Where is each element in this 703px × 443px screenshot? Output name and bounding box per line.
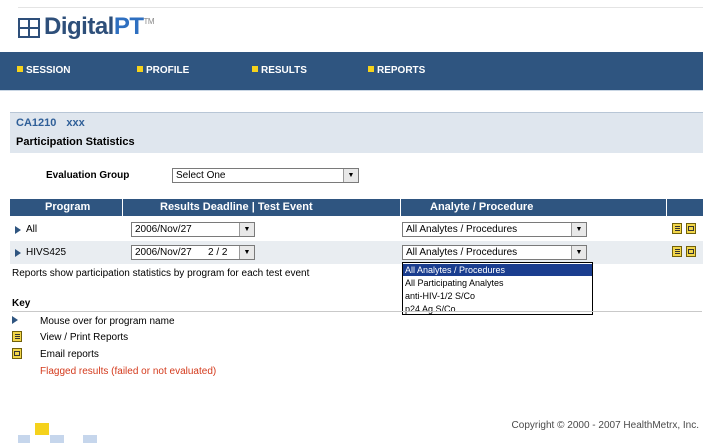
email-icon xyxy=(12,348,22,359)
decorative-square xyxy=(50,435,64,443)
bullet-icon xyxy=(17,66,23,72)
description-note: Reports show participation statistics by… xyxy=(12,268,310,279)
view-report-icon[interactable] xyxy=(672,246,682,257)
key-item-label: Email reports xyxy=(40,349,99,360)
table-row: HIVS425 2006/Nov/27 2 / 2 ▼ All Analytes… xyxy=(10,241,703,264)
key-divider xyxy=(12,311,702,312)
decorative-square xyxy=(18,435,30,443)
nav-session[interactable]: SESSION xyxy=(17,65,70,76)
chevron-down-icon[interactable]: ▼ xyxy=(239,246,254,259)
flag-legend: Flagged results (failed or not evaluated… xyxy=(40,366,217,377)
column-analyte: Analyte / Procedure xyxy=(430,201,534,213)
key-title: Key xyxy=(12,298,31,309)
logo-icon xyxy=(18,18,40,38)
deadline-select[interactable]: 2006/Nov/27 2 / 2 ▼ xyxy=(131,245,255,260)
column-divider xyxy=(666,199,667,216)
nav-profile[interactable]: PROFILE xyxy=(137,65,189,76)
table-row: All 2006/Nov/27 ▼ All Analytes / Procedu… xyxy=(10,218,703,241)
analyte-select[interactable]: All Analytes / Procedures ▼ xyxy=(402,245,587,260)
copyright: Copyright © 2000 - 2007 HealthMetrx, Inc… xyxy=(511,420,699,431)
bullet-icon xyxy=(252,66,258,72)
report-icon xyxy=(12,331,22,342)
key-item-label: View / Print Reports xyxy=(40,332,129,343)
key-item-label: Mouse over for program name xyxy=(40,316,175,327)
triangle-icon xyxy=(12,316,18,324)
analyte-value: All Analytes / Procedures xyxy=(406,247,518,258)
dropdown-option[interactable]: All Participating Analytes xyxy=(403,277,592,289)
column-deadline: Results Deadline | Test Event xyxy=(160,201,313,213)
column-program: Program xyxy=(45,201,91,213)
nav-divider xyxy=(0,90,703,91)
chevron-down-icon[interactable]: ▼ xyxy=(343,169,358,182)
bullet-icon xyxy=(368,66,374,72)
analyte-dropdown-list: All Analytes / Procedures All Participat… xyxy=(402,262,593,315)
table-header: Program Results Deadline | Test Event An… xyxy=(10,199,703,216)
nav-reports[interactable]: REPORTS xyxy=(368,65,425,76)
page-title: Participation Statistics xyxy=(16,136,135,148)
column-divider xyxy=(400,199,401,216)
evaluation-group-select[interactable]: Select One ▼ xyxy=(172,168,359,183)
dropdown-option[interactable]: anti-HIV-1/2 S/Co xyxy=(403,290,592,302)
evaluation-group-label: Evaluation Group xyxy=(46,170,130,181)
nav-results[interactable]: RESULTS xyxy=(252,65,307,76)
email-report-icon[interactable] xyxy=(686,223,696,234)
bullet-icon xyxy=(137,66,143,72)
program-name: All xyxy=(26,224,38,235)
logo: DigitalPTTM xyxy=(44,13,155,40)
program-info-icon[interactable] xyxy=(15,226,21,234)
analyte-select[interactable]: All Analytes / Procedures ▼ xyxy=(402,222,587,237)
chevron-down-icon[interactable]: ▼ xyxy=(571,246,586,259)
deadline-value: 2006/Nov/27 xyxy=(135,247,192,258)
deadline-select[interactable]: 2006/Nov/27 ▼ xyxy=(131,222,255,237)
decorative-square xyxy=(35,423,49,435)
top-divider xyxy=(18,7,703,8)
dropdown-option[interactable]: All Analytes / Procedures xyxy=(403,264,592,276)
column-divider xyxy=(122,199,123,216)
deadline-value: 2006/Nov/27 xyxy=(135,224,192,235)
program-info-icon[interactable] xyxy=(15,249,21,257)
dropdown-option[interactable]: p24 Ag S/Co xyxy=(403,303,592,315)
decorative-square xyxy=(83,435,97,443)
view-report-icon[interactable] xyxy=(672,223,682,234)
program-name: HIVS425 xyxy=(26,247,67,258)
chevron-down-icon[interactable]: ▼ xyxy=(571,223,586,236)
evaluation-group-value: Select One xyxy=(176,170,226,181)
email-report-icon[interactable] xyxy=(686,246,696,257)
case-id: CA1210 xxx xyxy=(16,117,85,129)
chevron-down-icon[interactable]: ▼ xyxy=(239,223,254,236)
main-nav: SESSION PROFILE RESULTS REPORTS xyxy=(0,52,703,90)
analyte-value: All Analytes / Procedures xyxy=(406,224,518,235)
test-event-value: 2 / 2 xyxy=(208,247,228,258)
